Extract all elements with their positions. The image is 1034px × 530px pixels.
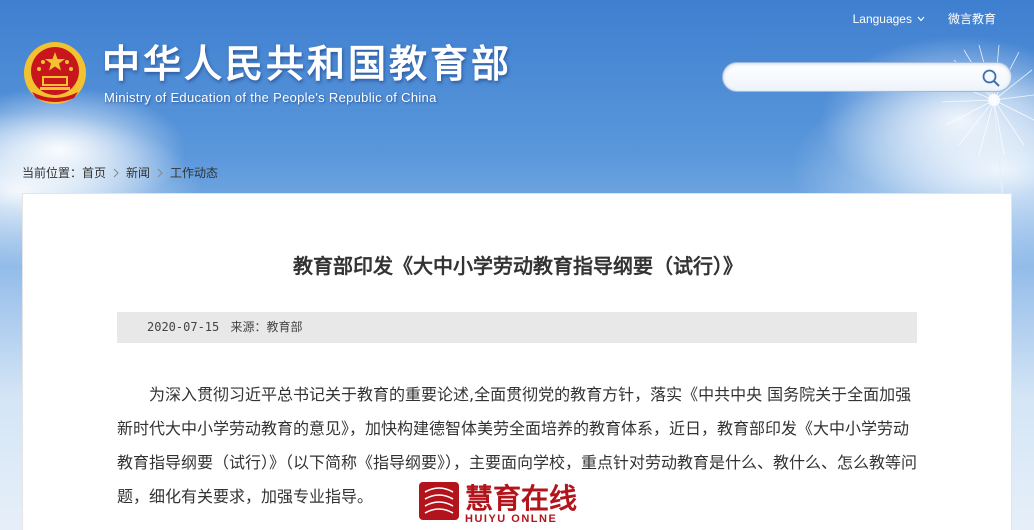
huiyu-watermark-logo: 慧育在线 HUIYU ONLNE [419, 482, 577, 524]
breadcrumb-news[interactable]: 新闻 [126, 164, 150, 181]
article-meta: 2020-07-15 来源：教育部 [117, 312, 917, 343]
article-card: 教育部印发《大中小学劳动教育指导纲要（试行）》 2020-07-15 来源：教育… [22, 193, 1012, 530]
breadcrumb-work-news[interactable]: 工作动态 [170, 164, 218, 181]
chevron-right-icon [113, 168, 119, 177]
search-icon[interactable] [981, 68, 1001, 88]
article-source: 教育部 [266, 320, 303, 334]
breadcrumb-home[interactable]: 首页 [82, 164, 106, 181]
weibo-link[interactable]: 微言教育 [948, 10, 996, 27]
watermark-en: HUIYU ONLNE [465, 513, 557, 524]
chevron-down-icon [917, 16, 925, 21]
breadcrumb: 当前位置： 首页 新闻 工作动态 [22, 164, 218, 181]
languages-dropdown[interactable]: Languages [853, 12, 926, 26]
languages-label: Languages [852, 11, 912, 26]
site-title-cn: 中华人民共和国教育部 [102, 42, 513, 86]
breadcrumb-prefix: 当前位置： [22, 166, 83, 180]
article-title: 教育部印发《大中小学劳动教育指导纲要（试行）》 [293, 254, 743, 278]
watermark-cn: 慧育在线 [465, 482, 577, 515]
search-box [722, 62, 1012, 92]
top-links: Languages 微言教育 [853, 10, 996, 27]
article-source-label: 来源： [230, 320, 267, 334]
site-title-en: Ministry of Education of the People's Re… [104, 90, 437, 105]
article-date: 2020-07-15 [147, 320, 220, 334]
chevron-right-icon [157, 168, 163, 177]
search-input[interactable] [735, 67, 975, 87]
national-emblem-icon [24, 42, 86, 104]
